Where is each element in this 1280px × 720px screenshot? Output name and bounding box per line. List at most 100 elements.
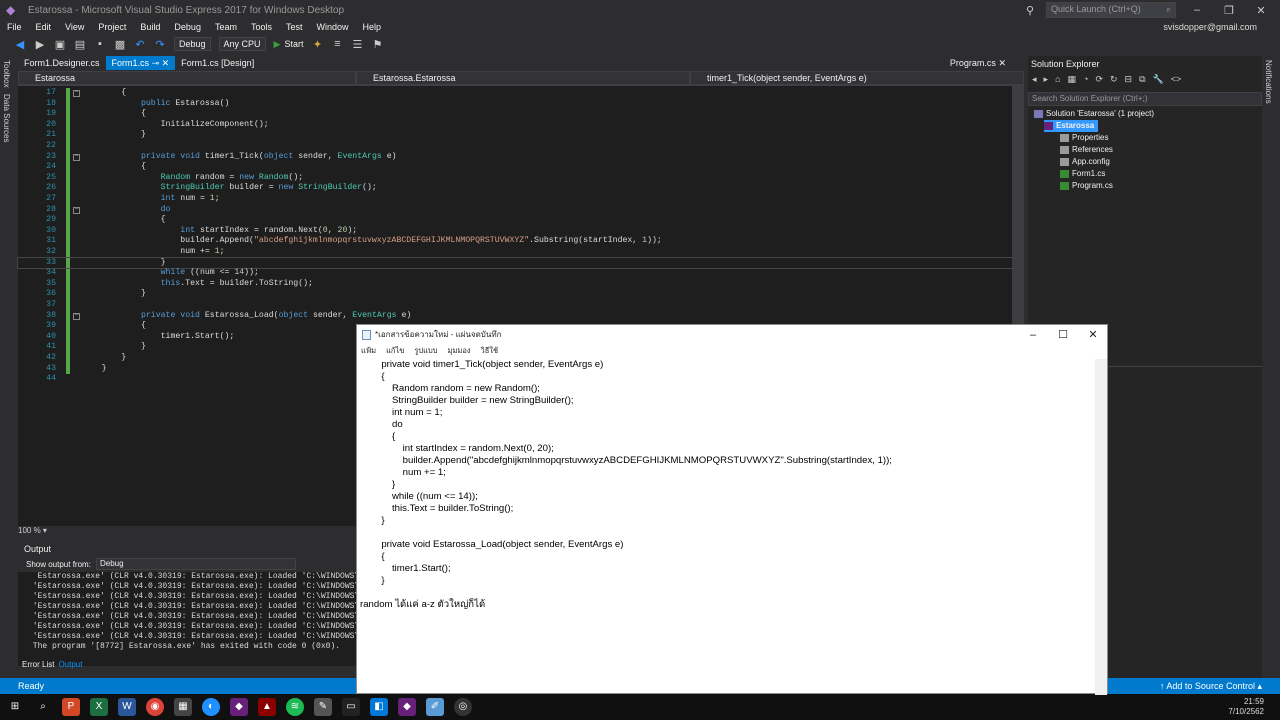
fold-toggle-icon[interactable]: −: [73, 90, 80, 97]
solution-tree-item[interactable]: Program.cs: [1060, 180, 1113, 192]
quick-launch-input[interactable]: Quick Launch (Ctrl+Q) ⌕: [1046, 2, 1176, 18]
save-all-icon[interactable]: ▩: [114, 38, 126, 51]
restore-button[interactable]: ❐: [1218, 4, 1240, 17]
code-line[interactable]: 30 int startIndex = random.Next(0, 20);: [18, 226, 1012, 237]
class-dropdown[interactable]: Estarossa.Estarossa: [356, 71, 690, 85]
redo-icon[interactable]: ↷: [154, 38, 166, 51]
solution-tree-item[interactable]: App.config: [1060, 156, 1110, 168]
menu-file[interactable]: File: [7, 22, 22, 32]
add-to-source-control-button[interactable]: ↑ Add to Source Control ▴: [1160, 681, 1262, 692]
code-line[interactable]: 36 }: [18, 289, 1012, 300]
sync-icon[interactable]: ⟳: [1095, 74, 1103, 88]
code-line[interactable]: 34 while ((num <= 14));: [18, 268, 1012, 279]
start-button[interactable]: ▶ Start: [274, 39, 304, 50]
comment-icon[interactable]: ☰: [351, 38, 363, 51]
chrome-icon[interactable]: ◉: [146, 698, 164, 716]
notepad-icon[interactable]: ✐: [426, 698, 444, 716]
solution-tree-item[interactable]: Form1.cs: [1060, 168, 1105, 180]
code-line[interactable]: 29 {: [18, 215, 1012, 226]
obs-icon[interactable]: ◎: [454, 698, 472, 716]
code-line[interactable]: 33 }: [17, 256, 1013, 270]
np-menu-edit[interactable]: แก้ไข: [386, 345, 404, 359]
fold-toggle-icon[interactable]: −: [73, 312, 80, 320]
back-icon[interactable]: ◂: [1032, 74, 1037, 88]
code-line[interactable]: 17 − {: [18, 88, 1012, 99]
new-project-icon[interactable]: ▣: [54, 38, 66, 51]
switch-views-icon[interactable]: ▦: [1068, 74, 1077, 88]
spotify-icon[interactable]: ≋: [286, 698, 304, 716]
tab-form1-designer-cs[interactable]: Form1.Designer.cs: [18, 56, 106, 70]
open-file-icon[interactable]: ▤: [74, 38, 86, 51]
save-icon[interactable]: ▪: [94, 38, 106, 50]
tab-output[interactable]: Output: [58, 660, 82, 669]
np-menu-file[interactable]: แฟ้ม: [361, 345, 376, 359]
platform-select[interactable]: Any CPU: [218, 37, 266, 51]
close-button[interactable]: ✕: [1250, 4, 1272, 17]
np-menu-view[interactable]: มุมมอง: [448, 345, 471, 359]
code-line[interactable]: 24 {: [18, 162, 1012, 173]
visual-studio-2-icon[interactable]: ◆: [398, 698, 416, 716]
code-line[interactable]: 28 − do: [18, 205, 1012, 216]
solution-tree-item[interactable]: Estarossa: [1044, 120, 1099, 132]
properties-icon[interactable]: 🔧: [1153, 74, 1164, 88]
tab-form1-cs[interactable]: Form1.cs ⊸ ✕: [105, 56, 176, 70]
excel-icon[interactable]: X: [90, 698, 108, 716]
configuration-select[interactable]: Debug: [174, 37, 211, 51]
menu-project[interactable]: Project: [98, 22, 126, 32]
np-menu-format[interactable]: รูปแบบ: [414, 345, 437, 359]
visual-studio-icon[interactable]: ◆: [230, 698, 248, 716]
menu-test[interactable]: Test: [286, 22, 303, 32]
notifications-tab[interactable]: Notifications: [1264, 60, 1273, 104]
code-line[interactable]: 27 int num = 1;: [18, 194, 1012, 205]
indent-icon[interactable]: ≡: [331, 38, 343, 50]
search-icon[interactable]: ⌕: [34, 698, 52, 716]
powerpoint-icon[interactable]: P: [62, 698, 80, 716]
calculator-icon[interactable]: ▦: [174, 698, 192, 716]
menu-team[interactable]: Team: [215, 22, 237, 32]
app-icon-blue[interactable]: ◧: [370, 698, 388, 716]
terminal-icon[interactable]: ▭: [342, 698, 360, 716]
collapse-icon[interactable]: ⊟: [1125, 74, 1133, 88]
menu-build[interactable]: Build: [140, 22, 160, 32]
bookmark-icon[interactable]: ⚑: [371, 38, 383, 51]
menu-view[interactable]: View: [65, 22, 84, 32]
app-icon[interactable]: ◐: [202, 698, 220, 716]
output-text[interactable]: Estarossa.exe' (CLR v4.0.30319: Estaross…: [18, 572, 356, 666]
word-icon[interactable]: W: [118, 698, 136, 716]
notepad-text-area[interactable]: private void timer1_Tick(object sender, …: [360, 359, 1102, 689]
fold-toggle-icon[interactable]: −: [73, 153, 80, 161]
solution-tree-item[interactable]: Solution 'Estarossa' (1 project): [1034, 108, 1154, 120]
notepad-scrollbar[interactable]: [1095, 359, 1107, 695]
menu-tools[interactable]: Tools: [251, 22, 272, 32]
clock[interactable]: 21:59 7/10/2562: [1228, 697, 1264, 717]
code-line[interactable]: 19 {: [18, 109, 1012, 120]
tab-error-list[interactable]: Error List: [22, 660, 54, 669]
member-dropdown[interactable]: timer1_Tick(object sender, EventArgs e): [690, 71, 1024, 85]
code-line[interactable]: 22: [18, 141, 1012, 152]
code-line[interactable]: 32 num += 1;: [18, 247, 1012, 258]
np-menu-help[interactable]: วิธีใช้: [481, 345, 499, 359]
code-line[interactable]: 23 − private void timer1_Tick(object send…: [18, 152, 1012, 163]
code-line[interactable]: 25 Random random = new Random();: [18, 173, 1012, 184]
solution-tree-item[interactable]: References: [1060, 144, 1113, 156]
toolbox-tab[interactable]: Toolbox: [2, 60, 11, 88]
solution-search-input[interactable]: Search Solution Explorer (Ctrl+;): [1028, 92, 1262, 106]
notepad-minimize-button[interactable]: –: [1018, 325, 1048, 345]
menu-debug[interactable]: Debug: [174, 22, 201, 32]
code-icon[interactable]: <>: [1171, 74, 1182, 88]
tab-program-cs[interactable]: Program.cs ✕: [950, 56, 1006, 70]
user-account[interactable]: svisdopper@gmail.com: [1163, 22, 1257, 32]
forward-icon[interactable]: ▸: [1044, 74, 1049, 88]
undo-icon[interactable]: ↶: [134, 38, 146, 51]
back-icon[interactable]: ◀: [14, 38, 26, 51]
code-line[interactable]: 21 }: [18, 130, 1012, 141]
show-all-icon[interactable]: ⧉: [1139, 74, 1145, 88]
app-icon-red[interactable]: ▲: [258, 698, 276, 716]
code-line[interactable]: 35 this.Text = builder.ToString();: [18, 279, 1012, 290]
home-icon[interactable]: ⌂: [1055, 74, 1060, 88]
menu-edit[interactable]: Edit: [36, 22, 52, 32]
notepad-close-button[interactable]: ✕: [1078, 325, 1108, 345]
tab-form1-design[interactable]: Form1.cs [Design]: [175, 56, 260, 70]
forward-icon[interactable]: ▶: [34, 38, 46, 51]
history-icon[interactable]: ◔: [1083, 74, 1088, 88]
